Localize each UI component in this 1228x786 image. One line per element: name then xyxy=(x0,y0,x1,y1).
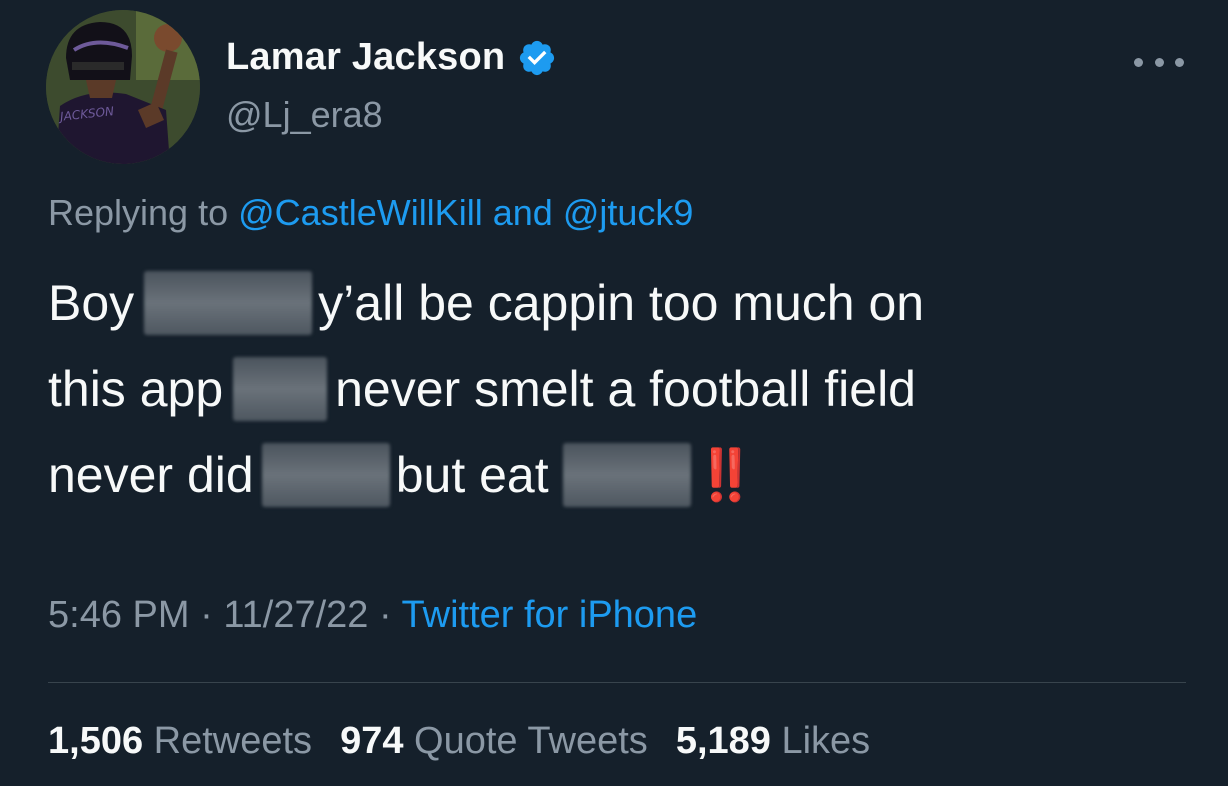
tweet-text-segment: but eat xyxy=(395,447,549,503)
author-name-row: Lamar Jackson xyxy=(226,36,557,79)
tweet-text-segment: never smelt a football field xyxy=(335,361,916,417)
tweet-time[interactable]: 5:46 PM xyxy=(48,594,190,636)
meta-separator: · xyxy=(200,594,213,636)
tweet-text-segment: this app xyxy=(48,361,224,417)
verified-badge-icon xyxy=(520,40,555,75)
tweet-stats: 1,506 Retweets 974 Quote Tweets 5,189 Li… xyxy=(48,720,870,763)
avatar[interactable]: JACKSON xyxy=(46,10,200,164)
retweets-stat[interactable]: 1,506 Retweets xyxy=(48,720,312,763)
more-options-icon[interactable] xyxy=(1134,50,1184,74)
quote-tweets-stat[interactable]: 974 Quote Tweets xyxy=(340,720,648,763)
reply-conjunction: and xyxy=(492,192,553,233)
tweet-date[interactable]: 11/27/22 xyxy=(223,594,368,636)
mention-castlewillkill-link[interactable]: @CastleWillKill xyxy=(238,192,483,233)
tweet-text-segment: never did xyxy=(48,447,254,503)
redacted-blur xyxy=(261,443,390,507)
redacted-blur xyxy=(144,271,313,335)
likes-count: 5,189 xyxy=(675,720,771,762)
tweet: JACKSON Lamar Jackson @Lj_era8 Replying … xyxy=(0,0,1228,786)
tweet-text-segment: y’all be cappin too much on xyxy=(318,275,925,331)
retweets-label: Retweets xyxy=(153,720,313,762)
author-handle[interactable]: @Lj_era8 xyxy=(226,94,383,136)
likes-label: Likes xyxy=(781,720,871,762)
redacted-blur xyxy=(233,357,328,421)
tweet-text-line-3: never did but eat ‼️ xyxy=(48,432,1188,518)
tweet-source-link[interactable]: Twitter for iPhone xyxy=(402,594,698,636)
divider xyxy=(48,682,1186,683)
redacted-blur xyxy=(562,443,691,507)
tweet-meta: 5:46 PM · 11/27/22 · Twitter for iPhone xyxy=(48,594,697,637)
tweet-text-line-1: Boy y’all be cappin too much on xyxy=(48,260,1188,346)
quote-tweets-count: 974 xyxy=(340,720,404,762)
tweet-text: Boy y’all be cappin too much on this app… xyxy=(48,260,1188,518)
author-display-name[interactable]: Lamar Jackson xyxy=(226,36,505,79)
quote-tweets-label: Quote Tweets xyxy=(414,720,648,762)
tweet-text-line-2: this app never smelt a football field xyxy=(48,346,1188,432)
mention-jtuck9-link[interactable]: @jtuck9 xyxy=(563,192,694,233)
meta-separator: · xyxy=(378,594,392,636)
avatar-image: JACKSON xyxy=(46,10,200,164)
replying-to-line: Replying to @CastleWillKill and @jtuck9 xyxy=(48,192,693,234)
double-exclamation-emoji: ‼️ xyxy=(694,447,757,503)
replying-to-label: Replying to xyxy=(48,192,229,233)
retweets-count: 1,506 xyxy=(48,720,144,762)
tweet-text-segment: Boy xyxy=(48,275,135,331)
likes-stat[interactable]: 5,189 Likes xyxy=(676,720,870,763)
